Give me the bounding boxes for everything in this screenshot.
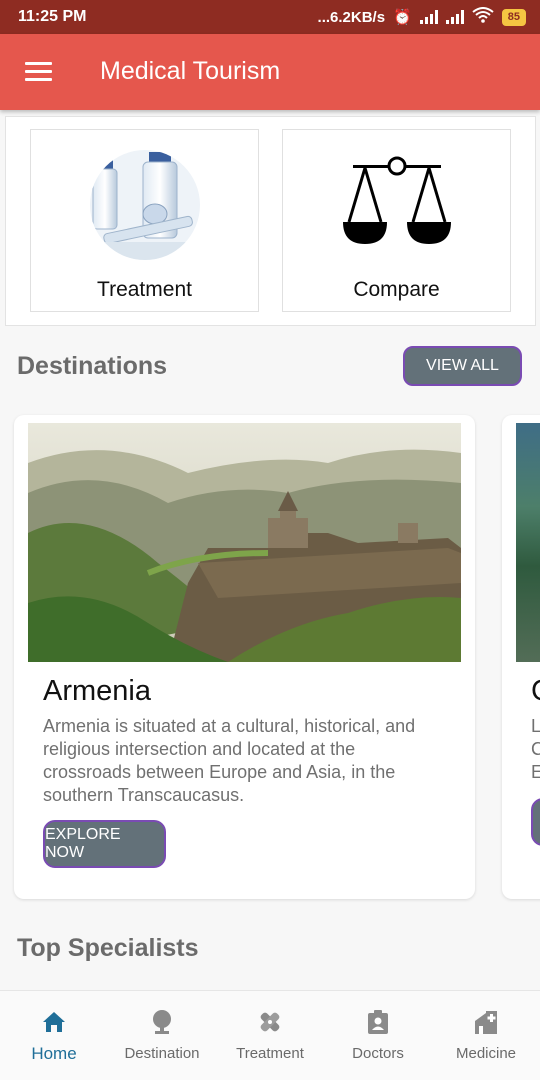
hamburger-menu-icon[interactable] bbox=[25, 62, 52, 82]
nav-home[interactable]: Home bbox=[0, 991, 108, 1080]
bandage-icon bbox=[257, 1009, 283, 1035]
destination-description: Armenia is situated at a cultural, histo… bbox=[43, 716, 416, 805]
signal-4g-icon bbox=[445, 10, 464, 24]
destination-name: C bbox=[531, 675, 540, 708]
compare-card[interactable]: Compare bbox=[282, 129, 511, 312]
balance-scale-icon bbox=[339, 152, 455, 252]
explore-now-button[interactable] bbox=[531, 798, 540, 846]
medical-vials-image bbox=[83, 150, 207, 260]
home-icon bbox=[41, 1009, 67, 1035]
nav-label: Home bbox=[31, 1044, 77, 1063]
hospital-icon bbox=[473, 1009, 499, 1035]
nav-label: Doctors bbox=[352, 1045, 404, 1062]
treatment-card[interactable]: Treatment bbox=[30, 129, 259, 312]
destination-image bbox=[28, 423, 461, 662]
nav-label: Treatment bbox=[236, 1045, 304, 1062]
destination-description: L C E bbox=[531, 716, 540, 782]
quick-actions-panel: Treatment Compare bbox=[5, 116, 536, 326]
nav-treatment[interactable]: Treatment bbox=[216, 991, 324, 1080]
nav-label: Medicine bbox=[455, 1045, 517, 1062]
destination-card-armenia[interactable]: Armenia Armenia is situated at a cultura… bbox=[14, 415, 475, 899]
app-title: Medical Tourism bbox=[100, 57, 281, 85]
nav-doctors[interactable]: Doctors bbox=[324, 991, 432, 1080]
status-bar: 11:25 PM ...6.2KB/s ⏰ 85 bbox=[0, 0, 540, 34]
nav-destination[interactable]: Destination bbox=[108, 991, 216, 1080]
destination-name: Armenia bbox=[43, 675, 151, 707]
compare-label: Compare bbox=[353, 278, 440, 301]
alarm-icon: ⏰ bbox=[393, 9, 412, 26]
destinations-heading: Destinations bbox=[17, 352, 168, 380]
wifi-icon bbox=[472, 7, 494, 27]
treatment-label: Treatment bbox=[97, 278, 192, 301]
net-speed: ...6.2KB/s bbox=[317, 8, 386, 26]
battery-icon: 85 bbox=[501, 8, 526, 26]
doctor-badge-icon bbox=[365, 1009, 391, 1035]
explore-now-button[interactable]: EXPLORE NOW bbox=[43, 820, 166, 868]
signal-icon bbox=[419, 10, 438, 24]
destination-card-next[interactable]: C L C E bbox=[502, 415, 540, 899]
top-specialists-heading: Top Specialists bbox=[17, 934, 199, 962]
nav-medicine[interactable]: Medicine bbox=[432, 991, 540, 1080]
app-bar: Medical Tourism bbox=[0, 34, 540, 110]
nav-label: Destination bbox=[124, 1045, 200, 1062]
view-all-button[interactable]: VIEW ALL bbox=[403, 346, 522, 386]
bottom-navigation: Home Destination Treatment Doctors Medic… bbox=[0, 990, 540, 1080]
status-time: 11:25 PM bbox=[18, 8, 87, 25]
destination-image bbox=[516, 423, 540, 662]
map-pin-icon bbox=[149, 1009, 175, 1035]
